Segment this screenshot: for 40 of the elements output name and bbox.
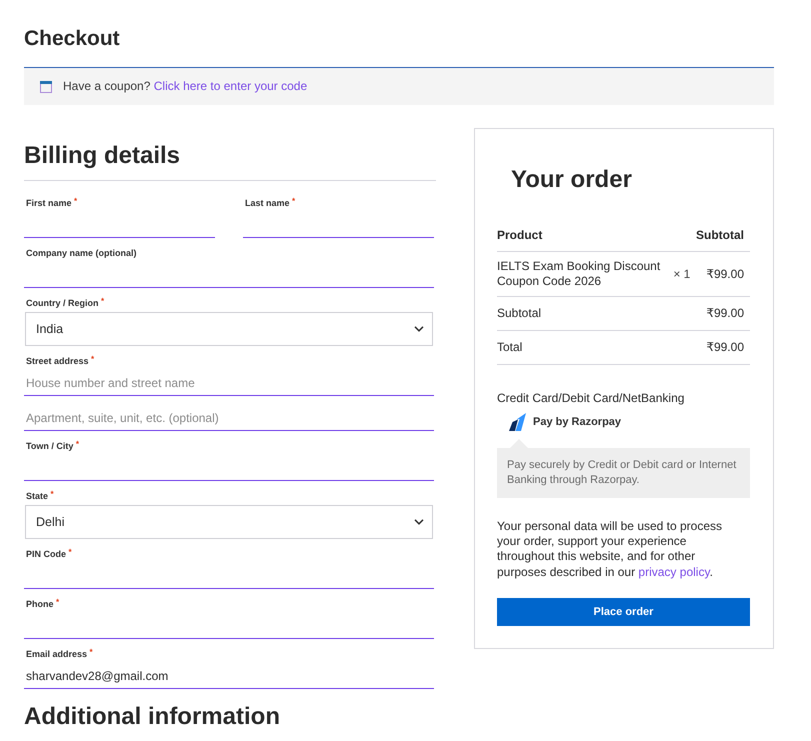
field-label: Email address $^{*}$ (25, 648, 93, 660)
field-label: Company name (optional) (25, 247, 137, 259)
input-field[interactable]: Apartment, suite, unit, etc. (optional) (24, 405, 434, 431)
field-label: Town / City $^{*}$ (25, 440, 79, 452)
chevron-down-icon (414, 519, 424, 525)
logo-icon (509, 413, 526, 431)
coupon-link[interactable]: Click here to enter your code (154, 79, 308, 93)
table-cell: ₹99.00 (706, 340, 744, 355)
payment-description: Pay securely by Credit or Debit card or Internet Banking through Razorpay. (497, 439, 750, 498)
dropdown-field[interactable]: Delhi (25, 505, 433, 539)
payment-method-label: Credit Card/Debit Card/NetBanking (497, 391, 686, 406)
chevron-down-icon (414, 326, 424, 332)
privacy-policy-link[interactable]: privacy policy (638, 564, 710, 579)
coupon-notice-text: Have a coupon? Click here to enter your code (63, 79, 308, 94)
column-header: Subtotal (696, 228, 744, 243)
place-order-button[interactable]: Place order (497, 598, 750, 626)
field-label: Last name $^{*}$ (244, 197, 296, 209)
page-title: Checkout (24, 27, 121, 51)
privacy-notice-text: Your personal data will be used to process your order, support your experience throughout this website, and for other purposes described in our privacy policy. (497, 519, 724, 580)
table-cell: Subtotal (497, 306, 542, 321)
section-heading: Billing details (24, 142, 436, 181)
field-label: PIN Code $^{*}$ (25, 548, 72, 560)
field-label: First name $^{*}$ (25, 197, 78, 209)
table-cell: × 1 (673, 266, 690, 282)
input-field[interactable]: sharvandev28@gmail.com (24, 663, 434, 689)
window-icon (40, 80, 52, 92)
field-label: Country / Region $^{*}$ (25, 297, 104, 309)
field-label: Street address $^{*}$ (25, 355, 94, 367)
table-cell: ₹99.00 (706, 306, 744, 321)
section-heading: Additional information (24, 703, 281, 731)
dropdown-field[interactable]: India (25, 312, 433, 346)
column-header: Product (497, 228, 542, 243)
table-cell: Total (497, 340, 522, 355)
table-cell: ₹99.00 (706, 266, 744, 282)
table-cell-text: IELTS Exam Booking Discount Coupon Code 2026 (497, 259, 662, 289)
payment-provider-label: Pay by Razorpay (533, 415, 622, 429)
field-label: State $^{*}$ (25, 490, 54, 502)
field-label: Phone $^{*}$ (25, 598, 60, 610)
order-heading: Your order (511, 166, 633, 194)
input-field[interactable]: House number and street name (24, 370, 434, 396)
